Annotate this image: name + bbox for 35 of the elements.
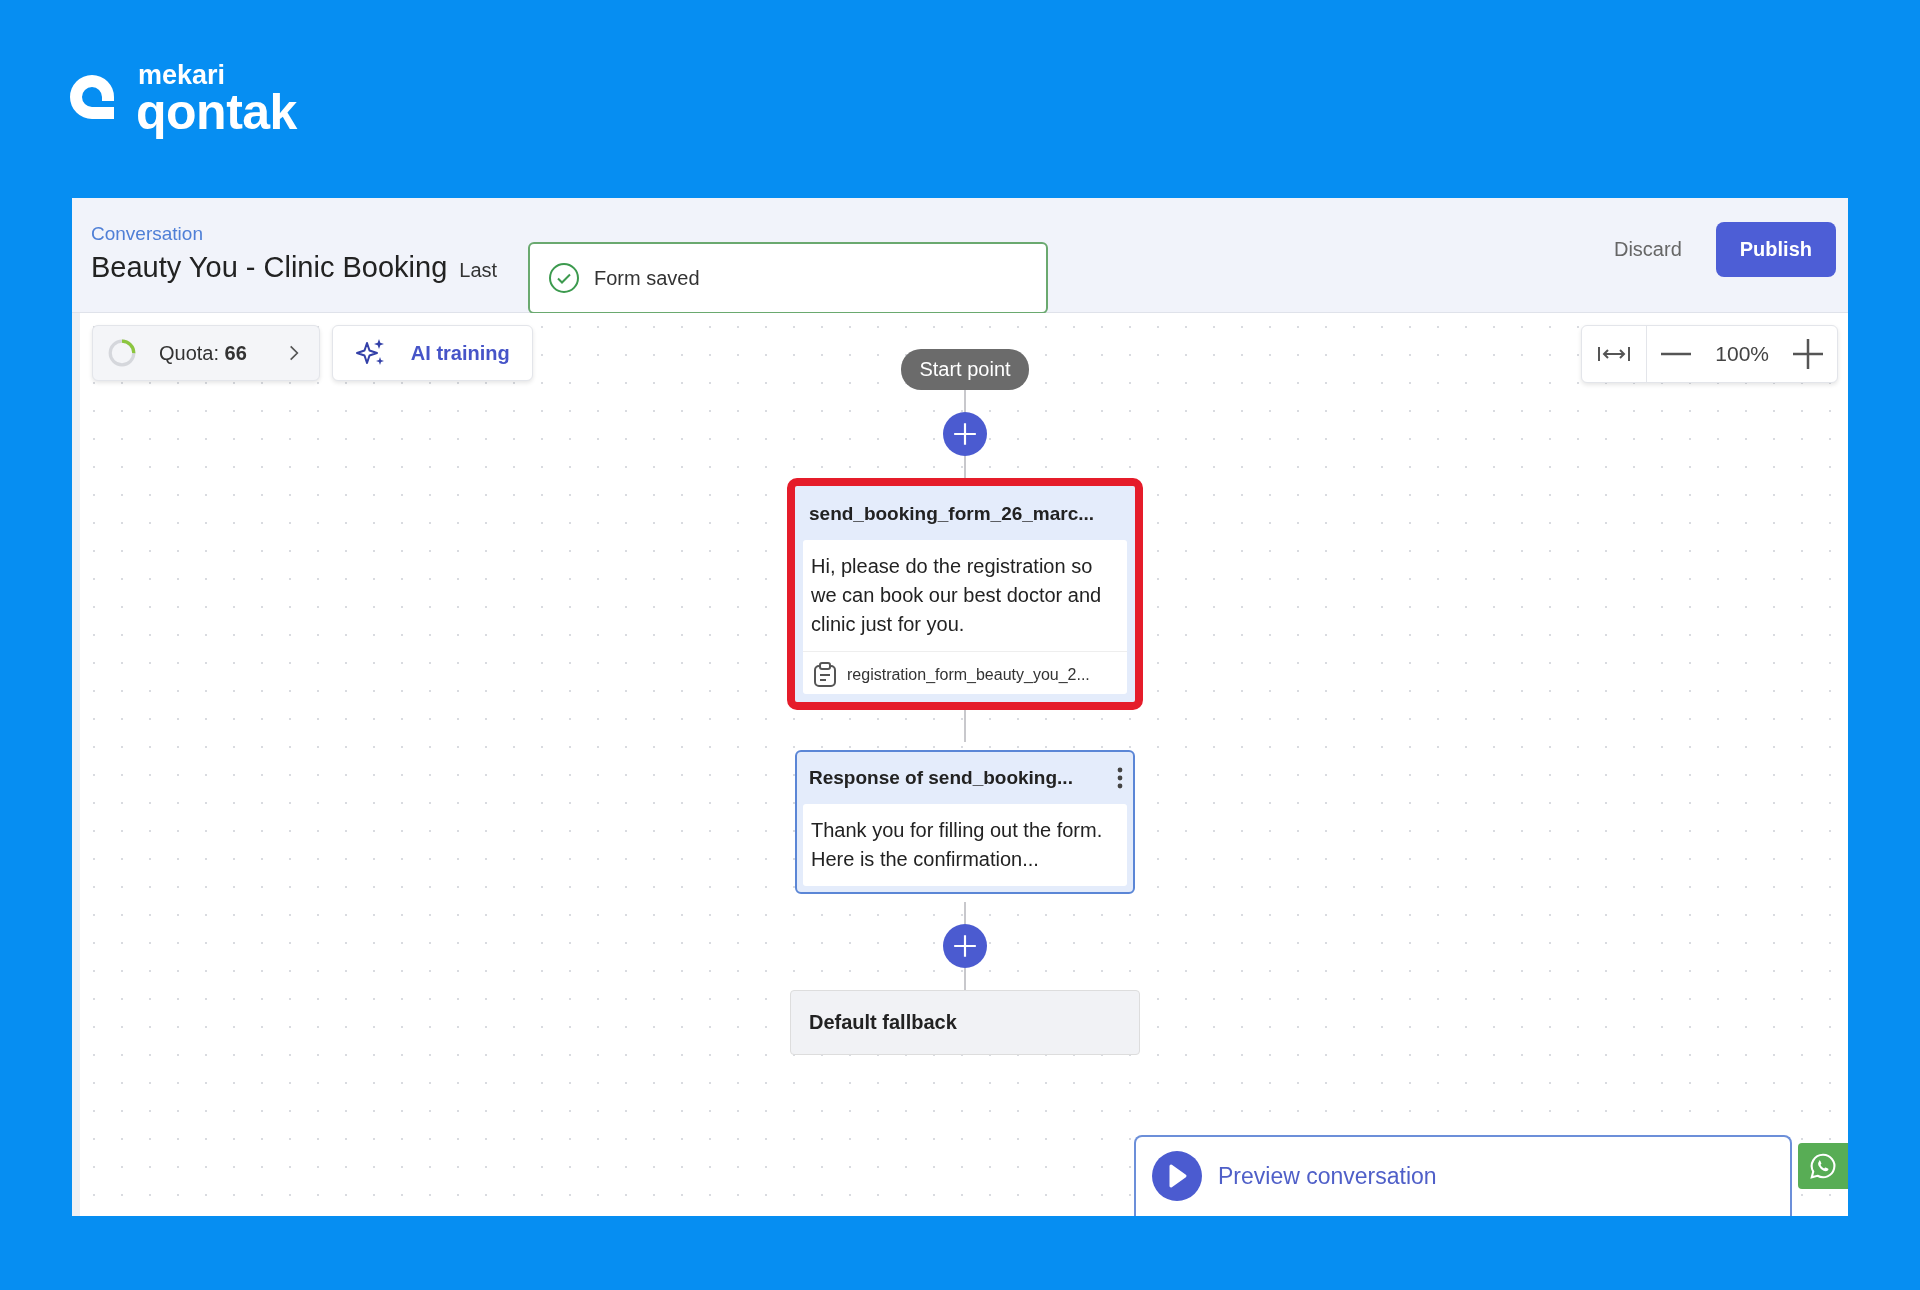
page-title: Beauty You - Clinic Booking	[91, 250, 448, 284]
breadcrumb-link[interactable]: Conversation	[91, 222, 498, 245]
add-step-button[interactable]	[943, 412, 987, 456]
add-step-button[interactable]	[943, 924, 987, 968]
message-node[interactable]: Response of send_booking... Thank you for filling out the form. Here is the confirmation...	[795, 750, 1135, 894]
node-message-text: Hi, please do the registration so we can book our best doctor and clinic just for you.	[810, 554, 1103, 637]
check-circle-icon	[548, 262, 580, 294]
phone-bubble-icon	[1808, 1151, 1838, 1181]
brand-name: qontak	[136, 86, 297, 137]
default-fallback-node[interactable]: Default fallback	[790, 990, 1140, 1055]
discard-button[interactable]: Discard	[1603, 229, 1692, 269]
chat-button[interactable]	[1798, 1143, 1848, 1189]
minus-icon	[1661, 352, 1692, 356]
plus-icon	[1793, 339, 1823, 369]
brand-parent-name: mekari	[138, 61, 227, 89]
plus-icon	[952, 933, 978, 959]
node-title: Response of send_booking...	[809, 767, 1073, 789]
publish-button[interactable]: Publish	[1715, 221, 1836, 277]
clipboard-icon	[813, 662, 837, 688]
quota-ring-icon	[107, 338, 137, 368]
last-saved-text: Last	[459, 258, 498, 282]
preview-conversation-button[interactable]: Preview conversation	[1134, 1135, 1792, 1216]
node-title: send_booking_form_26_marc...	[809, 503, 1095, 525]
chevron-right-icon	[288, 344, 299, 362]
node-message-text: Thank you for filling out the form. Here is the confirmation...	[810, 818, 1104, 872]
quota-button[interactable]: Quota: 66	[92, 325, 320, 381]
form-attachment-name: registration_form_beauty_you_2...	[847, 666, 1090, 684]
play-icon	[1152, 1151, 1202, 1201]
start-point-label: Start point	[901, 349, 1029, 390]
ai-training-button[interactable]: AI training	[331, 325, 533, 381]
plus-icon	[952, 421, 978, 447]
more-options-icon[interactable]	[1117, 767, 1123, 789]
zoom-level-text: 100%	[1714, 342, 1770, 366]
toast-message: Form saved	[594, 266, 700, 290]
fit-width-icon	[1596, 344, 1633, 364]
